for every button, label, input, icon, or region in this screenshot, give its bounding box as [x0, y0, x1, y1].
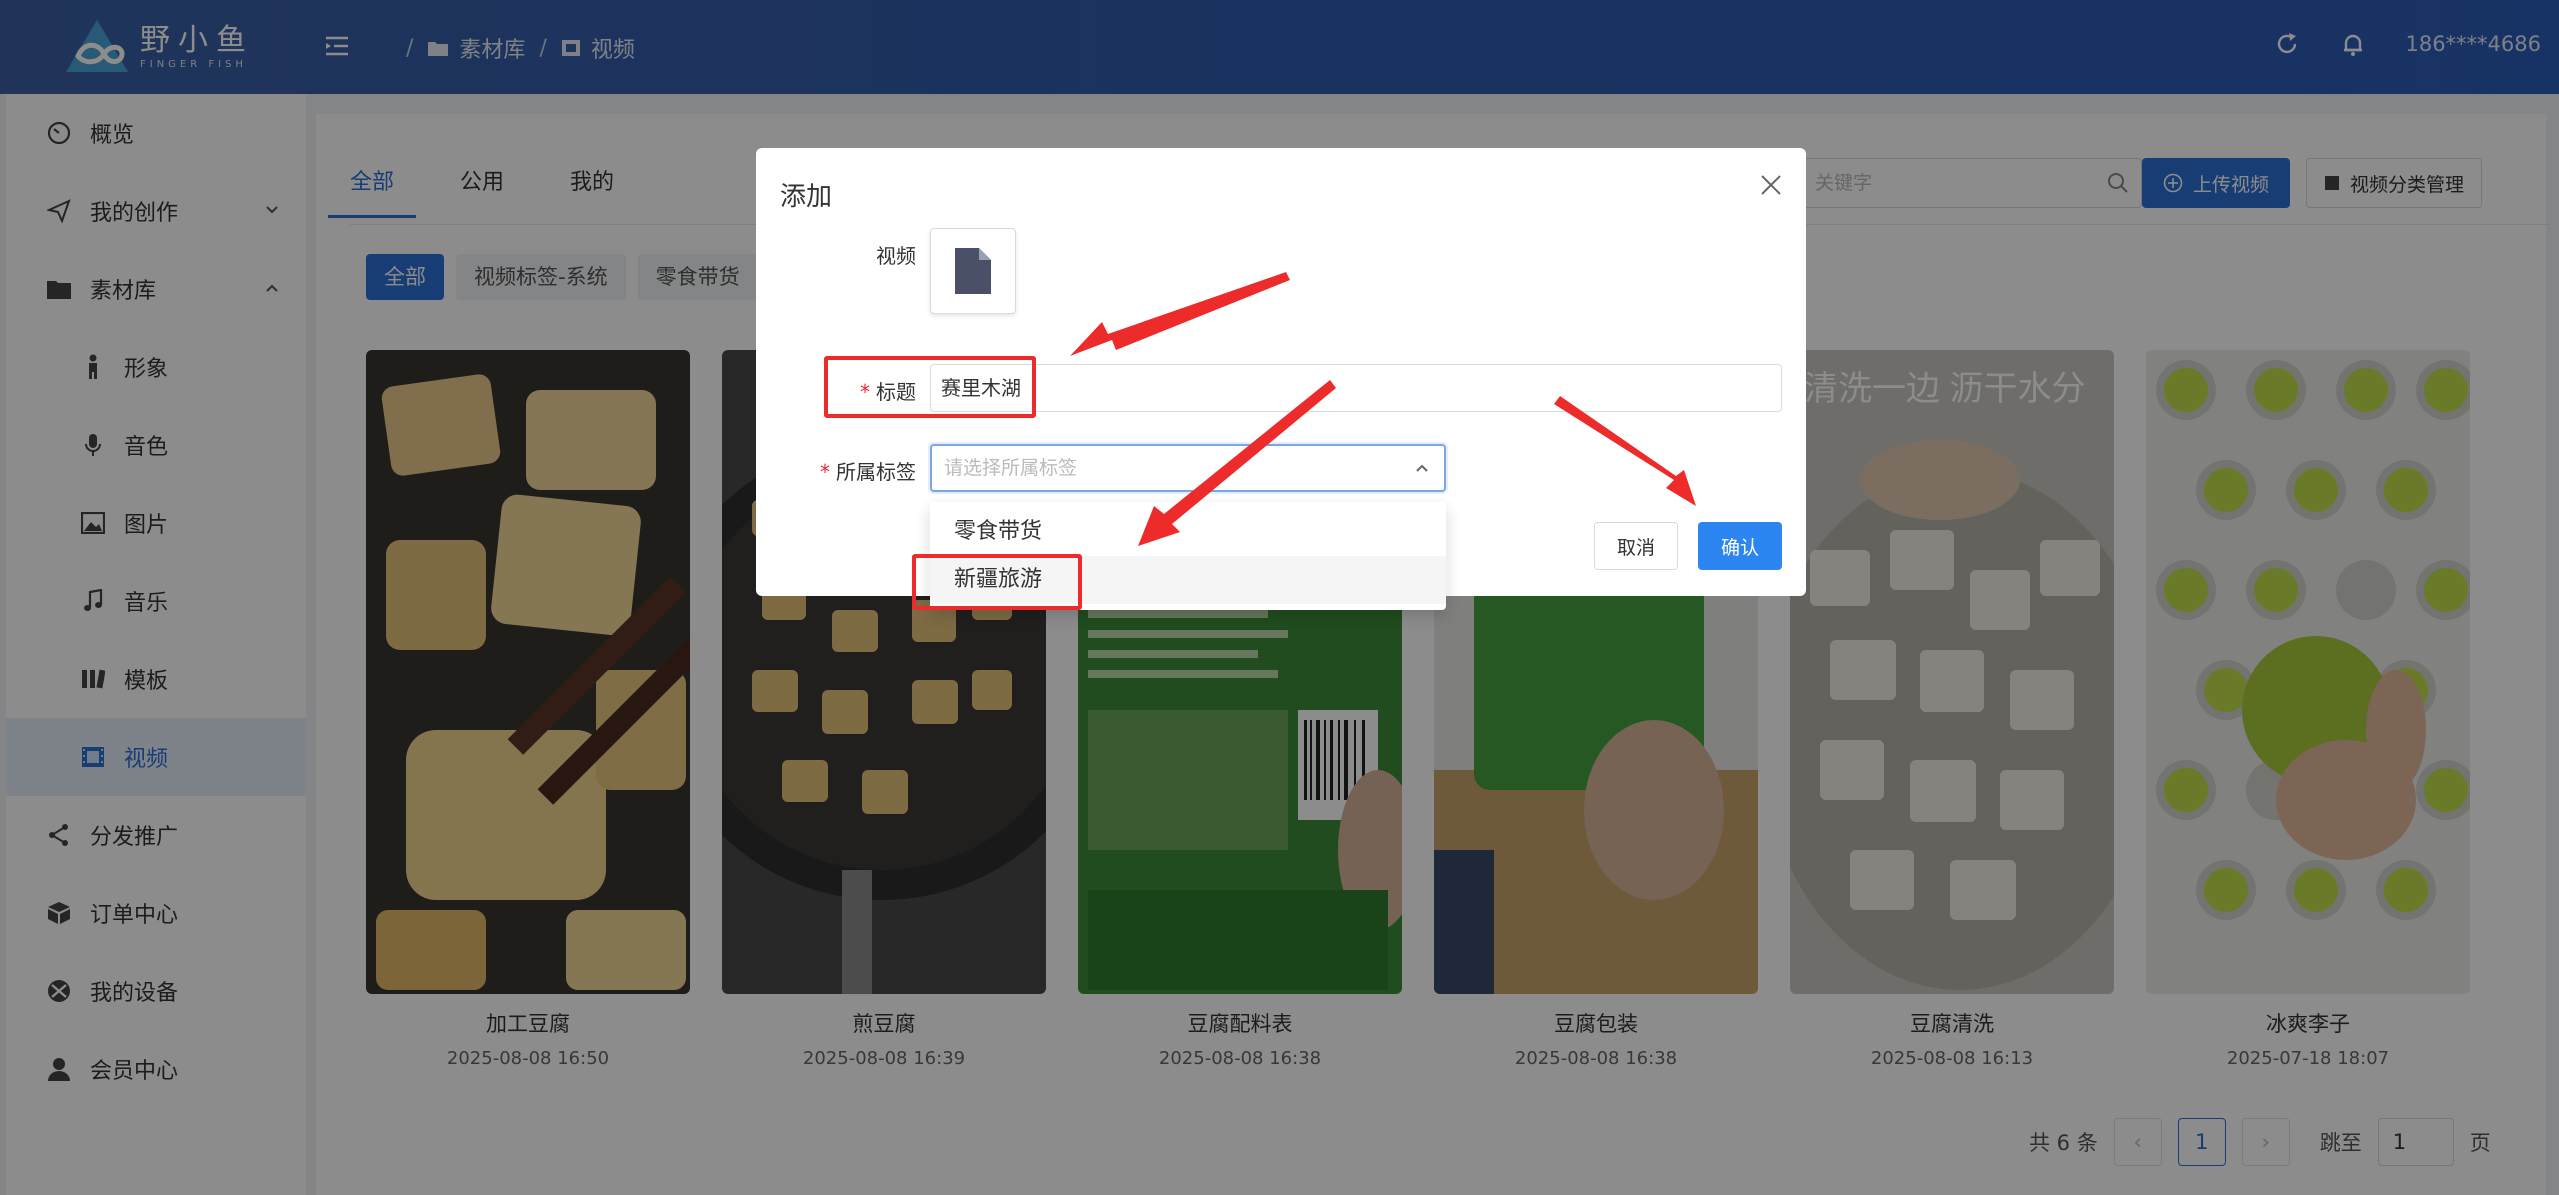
arrow-to-title [1070, 272, 1290, 356]
annotation-arrows [1070, 272, 1696, 546]
arrow-to-confirm [1554, 396, 1696, 506]
arrow-to-option [1138, 380, 1336, 546]
